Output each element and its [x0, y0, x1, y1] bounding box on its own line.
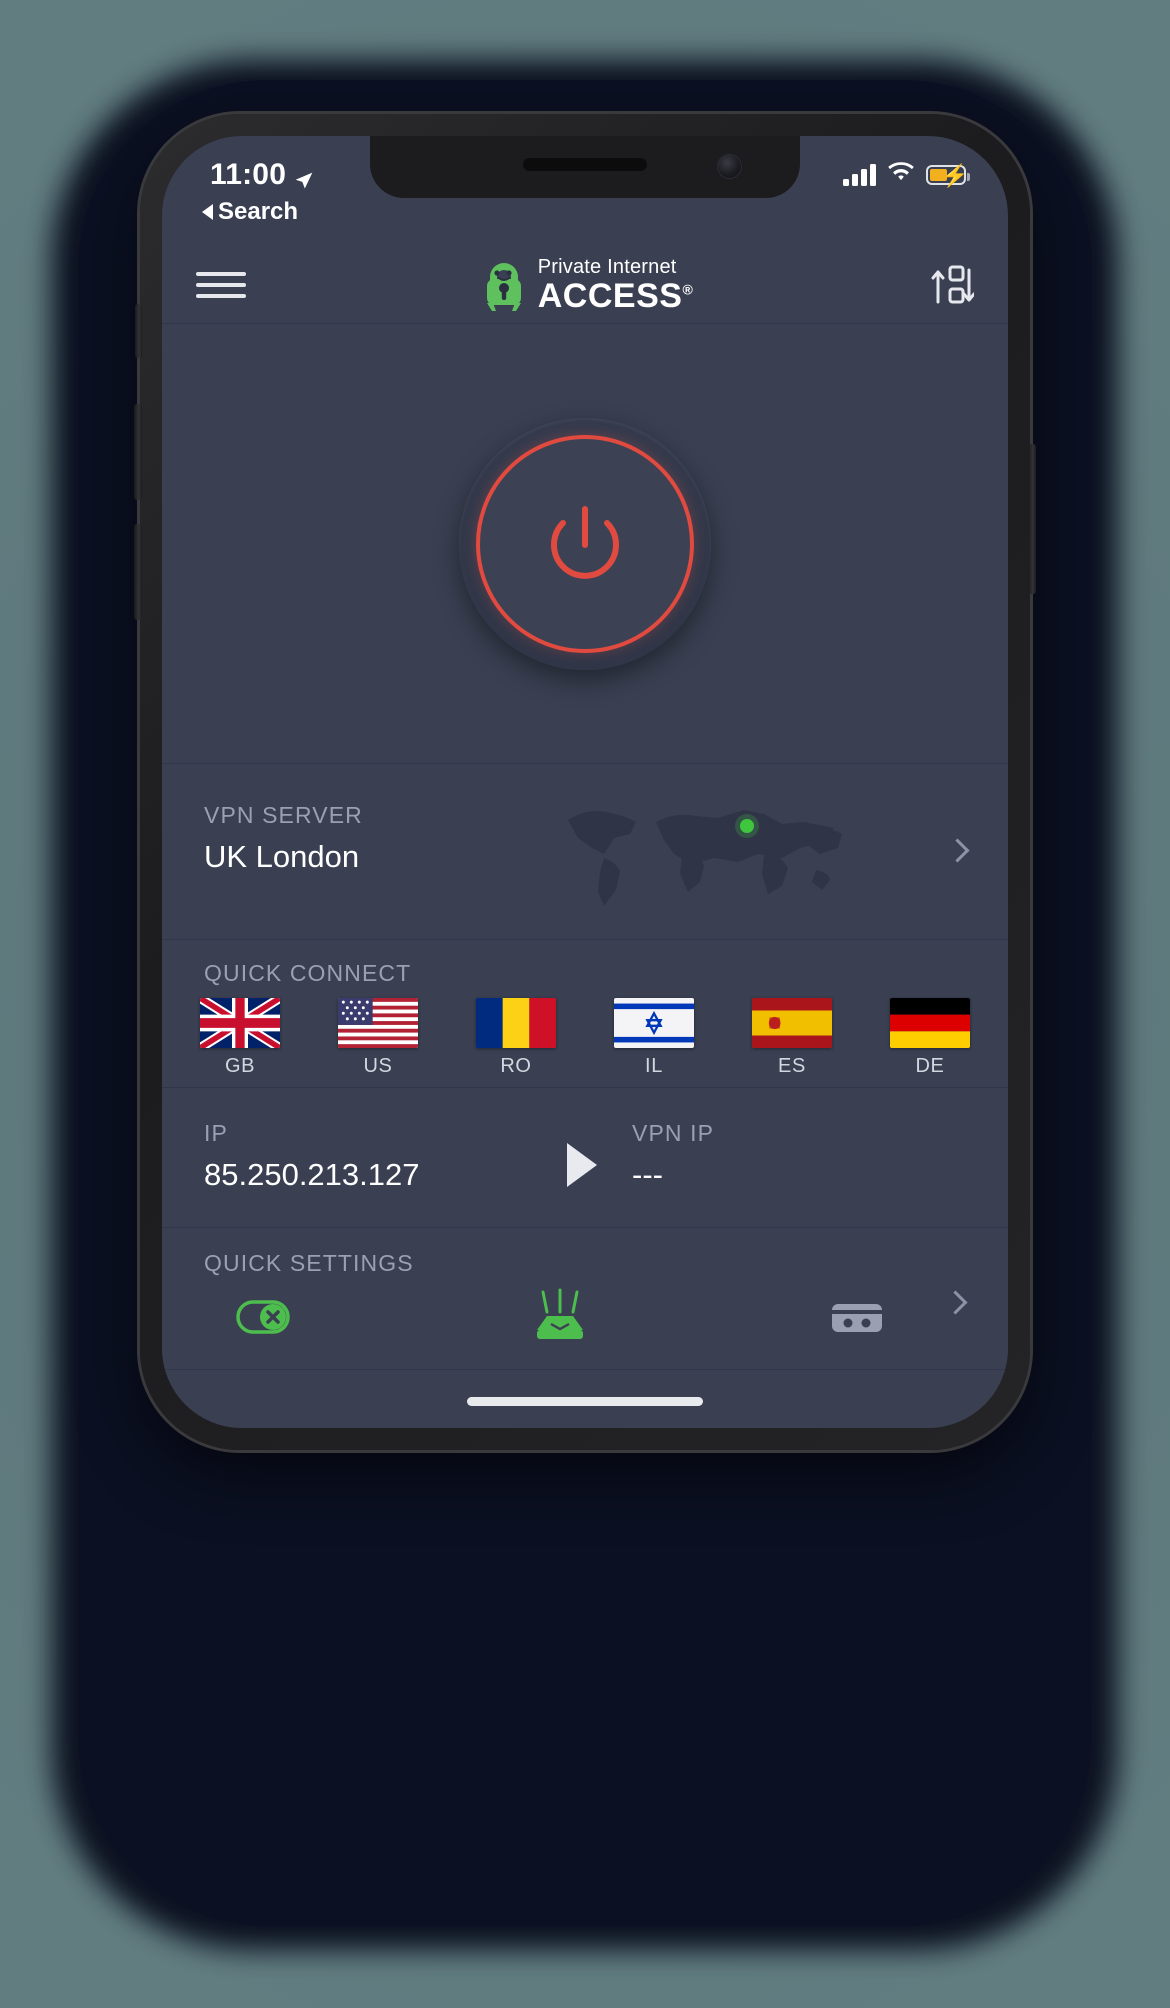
flag-il-icon: [614, 998, 694, 1048]
quick-connect-label: QUICK CONNECT: [204, 960, 412, 986]
chevron-right-icon[interactable]: [945, 838, 970, 863]
phone-screen: 11:00 Search ⚡ Private Internet ACCESS® …: [162, 136, 1008, 1428]
phone-device: 11:00 Search ⚡ Private Internet ACCESS® …: [134, 114, 1036, 1450]
vpn-server-text: VPN SERVER UK London: [204, 802, 363, 875]
power-button-icon: [542, 501, 628, 587]
kill-switch-icon[interactable]: [232, 1286, 294, 1348]
wifi-icon: [888, 162, 914, 187]
earpiece-speaker: [523, 158, 647, 171]
device-notch: [370, 136, 800, 198]
network-transfer-icon[interactable]: [928, 262, 976, 308]
quick-connect-region-de[interactable]: DE: [886, 998, 974, 1078]
back-triangle-icon: [202, 204, 213, 220]
status-time: 11:00: [210, 158, 287, 191]
logo-line-1: Private Internet: [537, 255, 677, 278]
quick-settings-row: QUICK SETTINGS: [162, 1228, 1008, 1370]
local-ip-block: IP 85.250.213.127: [204, 1120, 420, 1193]
bottom-spacer: [162, 1370, 1008, 1428]
vpn-server-label: VPN SERVER: [204, 802, 363, 828]
status-time-group: 11:00: [210, 158, 314, 192]
logo-registered-mark: ®: [682, 281, 694, 298]
region-code: IL: [645, 1055, 663, 1077]
flag-gb-icon: [200, 998, 280, 1048]
vpn-server-row[interactable]: VPN SERVER UK London: [162, 764, 1008, 940]
quick-connect-region-us[interactable]: US: [334, 998, 422, 1078]
vpn-ip-label: VPN IP: [632, 1120, 715, 1146]
pia-padlock-robot-icon: [481, 259, 527, 311]
back-to-search-link[interactable]: Search: [202, 198, 298, 226]
region-code: RO: [500, 1055, 532, 1077]
quick-settings-icons: [232, 1286, 888, 1348]
quick-connect-row: QUICK CONNECT GB US RO IL ES DE: [162, 940, 1008, 1088]
router-icon[interactable]: [529, 1286, 591, 1348]
back-label: Search: [218, 198, 299, 225]
app-logo-text: Private Internet ACCESS®: [538, 257, 694, 313]
ip-value: 85.250.213.127: [204, 1157, 420, 1192]
app-header: Private Internet ACCESS®: [162, 246, 1008, 324]
flag-de-icon: [890, 998, 970, 1048]
vpn-ip-value: ---: [632, 1157, 663, 1192]
battery-charging-icon: ⚡: [926, 164, 970, 186]
region-code: DE: [915, 1055, 945, 1077]
flag-es-icon: [752, 998, 832, 1048]
app-logo: Private Internet ACCESS®: [246, 257, 928, 313]
front-camera: [717, 154, 742, 179]
quick-connect-region-ro[interactable]: RO: [472, 998, 560, 1078]
quick-connect-flags: GB US RO IL ES DE: [196, 998, 974, 1078]
volume-up-button[interactable]: [134, 404, 142, 500]
status-icons: ⚡: [843, 162, 970, 187]
logo-line-2: ACCESS®: [538, 279, 694, 313]
ip-info-row: IP 85.250.213.127 VPN IP ---: [162, 1088, 1008, 1228]
logo-access-word: ACCESS: [537, 276, 683, 315]
device-power-button[interactable]: [1028, 444, 1036, 594]
world-map-icon: [560, 786, 850, 916]
vpn-ip-block: VPN IP ---: [632, 1120, 714, 1193]
chevron-right-icon[interactable]: [943, 1290, 968, 1315]
play-arrow-icon: [567, 1143, 597, 1187]
home-indicator-bar[interactable]: [467, 1397, 703, 1406]
ip-label: IP: [204, 1120, 228, 1146]
connect-toggle-button[interactable]: [476, 434, 694, 653]
network-card-icon[interactable]: [826, 1286, 888, 1348]
mute-switch[interactable]: [135, 304, 142, 358]
connect-panel: [162, 324, 1008, 764]
quick-connect-region-il[interactable]: IL: [610, 998, 698, 1078]
quick-connect-region-gb[interactable]: GB: [196, 998, 284, 1078]
quick-settings-label: QUICK SETTINGS: [204, 1250, 414, 1276]
region-code: GB: [224, 1055, 256, 1077]
quick-connect-region-es[interactable]: ES: [748, 998, 836, 1078]
flag-us-icon: [338, 998, 418, 1048]
cellular-bars-icon: [843, 163, 876, 186]
page-backdrop: 11:00 Search ⚡ Private Internet ACCESS® …: [0, 0, 1170, 2008]
region-code: US: [363, 1055, 393, 1077]
power-button-housing: [459, 417, 711, 670]
volume-down-button[interactable]: [134, 524, 142, 620]
location-arrow-icon: [294, 165, 314, 189]
flag-ro-icon: [476, 998, 556, 1048]
hamburger-menu-icon[interactable]: [196, 265, 246, 305]
vpn-server-value: UK London: [204, 839, 360, 874]
region-code: ES: [778, 1055, 806, 1077]
